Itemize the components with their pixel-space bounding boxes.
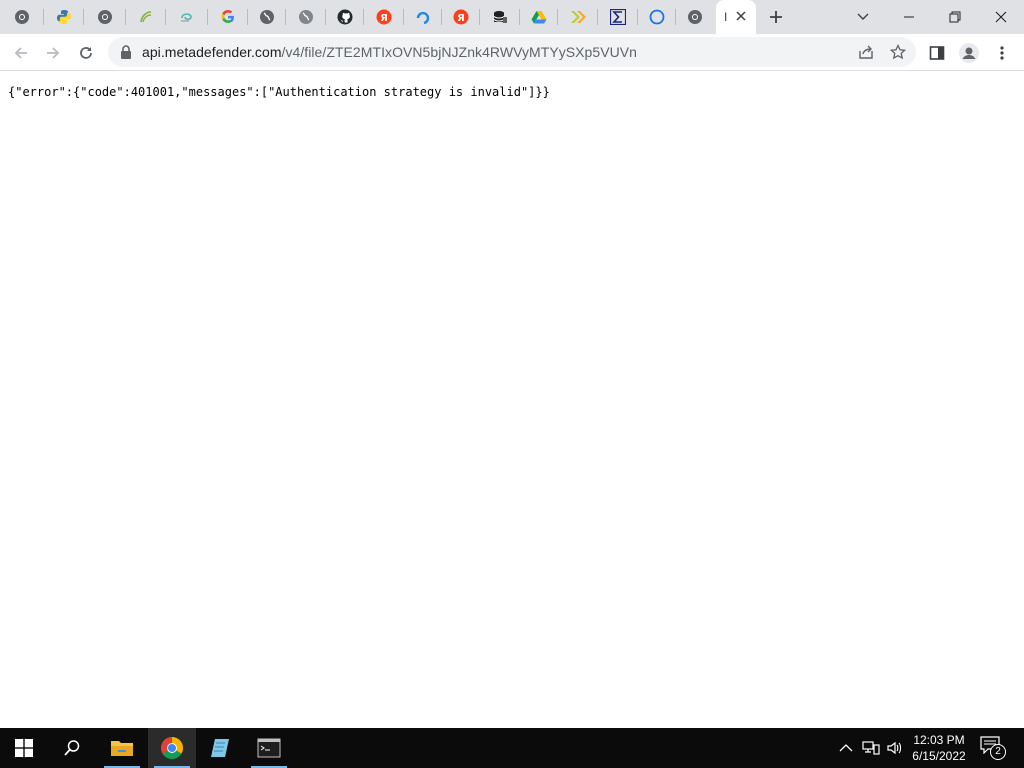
url-text[interactable]: api.metadefender.com/v4/file/ZTE2MTIxOVN… [142,44,637,60]
side-panel-button[interactable] [924,40,950,66]
taskbar-chrome[interactable] [148,728,196,768]
reload-button[interactable] [73,40,99,66]
tab-double-chevron[interactable] [558,0,598,34]
circle-icon [649,9,665,25]
google-icon [220,9,236,25]
browser-toolbar: api.metadefender.com/v4/file/ZTE2MTIxOVN… [0,34,1024,71]
close-icon [995,11,1007,23]
restore-icon [949,11,961,23]
tab-globe-2[interactable] [286,0,326,34]
kebab-menu-icon [1000,46,1004,60]
swirl-icon [179,9,195,25]
tab-yandex-1[interactable]: Я [364,0,404,34]
sigma-icon [610,9,626,25]
blue-arc-icon [415,9,431,25]
search-button[interactable] [48,728,96,768]
globe-icon [259,9,275,25]
minimize-button[interactable] [886,0,932,34]
profile-button[interactable] [956,40,982,66]
restore-button[interactable] [932,0,978,34]
tab-title: I [724,10,728,24]
tab-chrome-2[interactable] [84,0,126,34]
network-icon[interactable] [861,738,881,758]
clock-time: 12:03 PM [913,733,965,747]
database-icon [492,9,508,25]
tab-yandex-2[interactable]: Я [442,0,480,34]
tab-swirl[interactable] [166,0,208,34]
notepad-icon [211,739,229,757]
chrome-icon [97,9,113,25]
python-icon [56,9,72,25]
plus-icon [770,11,782,23]
page-content: {"error":{"code":401001,"messages":["Aut… [0,72,1024,728]
action-center-button[interactable]: 2 [980,736,1006,760]
volume-icon[interactable] [885,738,905,758]
terminal-icon [257,738,281,758]
tab-database[interactable] [480,0,520,34]
tab-github[interactable] [326,0,364,34]
url-host: api.metadefender.com [142,44,282,60]
tab-google[interactable] [208,0,248,34]
taskbar-file-explorer[interactable] [98,728,146,768]
taskbar-notepad[interactable] [196,728,244,768]
leaf-icon [138,9,154,25]
tab-blue-arc[interactable] [404,0,442,34]
url-path: /v4/file/ZTE2MTIxOVN5bjNJZnk4RWVyMTYySXp… [281,44,637,60]
yandex-icon: Я [453,9,469,25]
globe-icon [298,9,314,25]
new-tab-button[interactable] [766,7,786,27]
tab-chrome-1[interactable] [0,0,44,34]
bookmark-star-icon[interactable] [888,42,908,62]
json-response-text: {"error":{"code":401001,"messages":["Aut… [8,85,550,99]
chrome-logo-icon [161,737,183,759]
windows-taskbar: 12:03 PM 6/15/2022 2 [0,728,1024,768]
svg-text:Я: Я [457,13,465,24]
lock-icon[interactable] [120,45,132,59]
tab-search-button[interactable] [840,0,886,34]
arrow-left-icon [14,47,27,59]
start-button[interactable] [0,728,48,768]
yandex-icon: Я [376,9,392,25]
arrow-right-icon [47,47,60,59]
address-bar[interactable]: api.metadefender.com/v4/file/ZTE2MTIxOVN… [108,37,916,67]
tab-globe-1[interactable] [248,0,286,34]
chevron-down-icon [857,13,869,20]
tab-strip: Я Я I [0,0,1024,34]
google-drive-icon [531,9,547,25]
forward-button[interactable] [40,40,66,66]
folder-icon [111,741,133,756]
chevron-up-icon [839,744,853,752]
tab-python[interactable] [44,0,84,34]
share-icon[interactable] [856,42,876,62]
reload-icon [80,47,92,59]
clock-date: 6/15/2022 [912,749,966,763]
avatar-icon [959,43,979,63]
show-hidden-icons[interactable] [836,738,856,758]
taskbar-terminal[interactable] [245,728,293,768]
tab-circle[interactable] [638,0,676,34]
search-icon [64,740,80,756]
tab-sigma[interactable] [598,0,638,34]
close-window-button[interactable] [978,0,1024,34]
minimize-icon [904,16,914,18]
svg-text:Я: Я [380,13,388,24]
github-icon [337,9,353,25]
back-button[interactable] [8,40,34,66]
tab-chrome-3[interactable] [676,0,714,34]
menu-button[interactable] [989,40,1015,66]
tab-leaf[interactable] [126,0,166,34]
tab-google-drive[interactable] [520,0,558,34]
double-chevron-icon [570,9,586,25]
windows-logo-icon [15,739,33,757]
notification-count-badge: 2 [990,744,1006,760]
chrome-icon [687,9,703,25]
close-tab-icon[interactable] [734,9,748,23]
chrome-icon [14,9,30,25]
system-clock[interactable]: 12:03 PM 6/15/2022 [905,732,973,764]
tab-active[interactable]: I [716,0,756,34]
side-panel-icon [929,46,945,60]
